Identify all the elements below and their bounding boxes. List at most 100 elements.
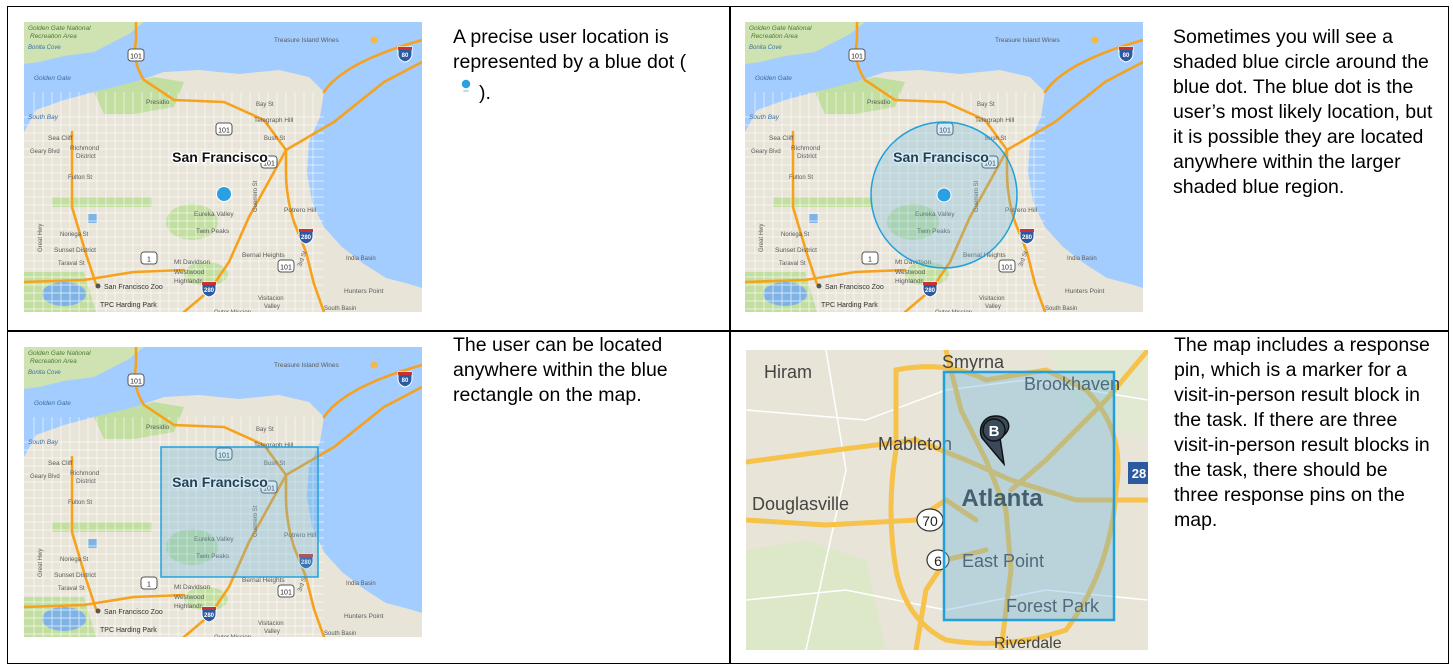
- map-label: Sea Cliff: [769, 135, 794, 142]
- shield-label: 80: [402, 53, 409, 59]
- shield-label: 280: [1022, 235, 1033, 241]
- panel-text: Sometimes you will see a shaded blue cir…: [1173, 26, 1433, 198]
- map-label: South Bay: [28, 439, 59, 446]
- shield-band: [202, 607, 216, 610]
- map-label: Taraval St: [58, 586, 85, 592]
- lake-merced: [42, 607, 86, 631]
- map-label: Bay St: [256, 427, 274, 433]
- location-rectangle: [160, 446, 319, 578]
- map-label: Golden Gate National: [28, 25, 91, 32]
- map-label: Taraval St: [779, 261, 806, 267]
- highway-shield: 280: [1019, 228, 1035, 245]
- panel-blue-rectangle: Golden Gate National Recreation Area Bonit…: [8, 330, 728, 663]
- map-label: Presidio: [146, 424, 170, 431]
- map-label: Valley: [264, 304, 280, 310]
- shield-label: 280: [925, 288, 936, 294]
- map-label: Richmond: [70, 145, 100, 152]
- map-label: Outer Mission: [214, 310, 251, 312]
- panel-precise-location: Golden Gate National Recreation Area Bonit…: [8, 7, 728, 329]
- highway-shield: 1: [140, 251, 158, 265]
- map-label: District: [797, 153, 817, 160]
- map-label: Sunset District: [54, 572, 96, 579]
- highway-shield: 101: [277, 259, 295, 273]
- highway-shield: 101: [998, 259, 1016, 273]
- highway-shield: 80: [1118, 46, 1134, 63]
- reservoir: [88, 214, 97, 223]
- map-label: Valley: [264, 629, 280, 635]
- highway-shield: 280: [201, 281, 217, 298]
- shield-label: 101: [280, 265, 292, 272]
- map-label: Recreation Area: [30, 358, 77, 365]
- zoo-poi-icon: [95, 283, 101, 289]
- shield-band: [398, 372, 412, 375]
- map-response-pin: Hiram Smyrna Brookhaven Mableton Douglasvill…: [746, 350, 1148, 650]
- golden-gate-park: [52, 197, 152, 207]
- shield-label: 1: [147, 582, 151, 589]
- shield-label: 80: [1123, 53, 1130, 59]
- map-label: Outer Mission: [935, 310, 972, 312]
- highway-shield: 1: [861, 251, 879, 265]
- highway-shield: 28: [1128, 462, 1148, 484]
- map-label: Bonita Cove: [28, 45, 61, 51]
- highway-shield: 280: [298, 228, 314, 245]
- highway-shield: 280: [201, 606, 217, 623]
- shield-label: 1: [868, 257, 872, 264]
- map-label: Westwood: [174, 594, 205, 601]
- shield-label: 280: [301, 235, 312, 241]
- highway-shield: 70: [916, 508, 944, 532]
- map-label: Richmond: [791, 145, 821, 152]
- map-label: San Francisco Zoo: [104, 284, 163, 291]
- map-label: South Bay: [28, 114, 59, 121]
- map-label: Outer Mission: [214, 635, 251, 637]
- highway-shield: 101: [127, 373, 145, 387]
- shield-band: [202, 282, 216, 285]
- location-rectangle: [942, 370, 1116, 622]
- map-label: TPC Harding Park: [821, 302, 878, 309]
- lake-merced: [763, 282, 807, 306]
- map-label: TPC Harding Park: [100, 627, 157, 634]
- map-label: Visitacion: [258, 621, 284, 627]
- map-label: Sunset District: [54, 247, 96, 254]
- map-label: Bernal Heights: [242, 252, 285, 259]
- lake-merced: [42, 282, 86, 306]
- pin-label: B: [989, 423, 1000, 440]
- map-label: Hiram: [764, 362, 812, 382]
- shield-label: 101: [280, 590, 292, 597]
- panel-text: The user can be located anywhere within …: [453, 334, 668, 406]
- highway-shield: 80: [397, 46, 413, 63]
- map-label: South Basin: [324, 306, 356, 312]
- highway-shield: 101: [848, 48, 866, 62]
- map-label: TPC Harding Park: [100, 302, 157, 309]
- map-label: San Francisco Zoo: [825, 284, 884, 291]
- map-label: Westwood: [174, 269, 205, 276]
- map-precise-location: Golden Gate National Recreation Area Bonit…: [24, 22, 422, 312]
- user-location-dot: [216, 186, 232, 202]
- map-label: Golden Gate National: [28, 350, 91, 357]
- city-label: San Francisco: [172, 149, 268, 165]
- shield-label: 101: [130, 54, 142, 61]
- map-label: Geary Blvd: [751, 149, 781, 155]
- map-label: Noriega St: [60, 557, 89, 563]
- highway-shield: 1: [140, 576, 158, 590]
- map-label: Highlands: [895, 278, 925, 285]
- shield-label: 280: [204, 613, 215, 619]
- map-label: Twin Peaks: [196, 228, 230, 235]
- map-label: Recreation Area: [751, 33, 798, 40]
- map-label: Taraval St: [58, 261, 85, 267]
- map-label: Great Hwy: [38, 224, 44, 252]
- map-label: Telegraph Hill: [975, 117, 1015, 124]
- map-label: Highlands: [174, 603, 204, 610]
- map-label: Hunters Point: [1065, 288, 1105, 295]
- map-label: Treasure Island Wines: [274, 362, 340, 369]
- map-label: Eureka Valley: [194, 211, 234, 218]
- panel-text: A precise user location is represented b…: [453, 26, 687, 104]
- shield-band: [299, 229, 313, 232]
- map-label: Bay St: [977, 102, 995, 108]
- map-label: Westwood: [895, 269, 926, 276]
- map-label: Golden Gate: [34, 400, 71, 407]
- map-label: Valley: [985, 304, 1001, 310]
- map-label: Noriega St: [60, 232, 89, 238]
- map-label: Presidio: [146, 99, 170, 106]
- map-label: Presidio: [867, 99, 891, 106]
- shield-band: [923, 282, 937, 285]
